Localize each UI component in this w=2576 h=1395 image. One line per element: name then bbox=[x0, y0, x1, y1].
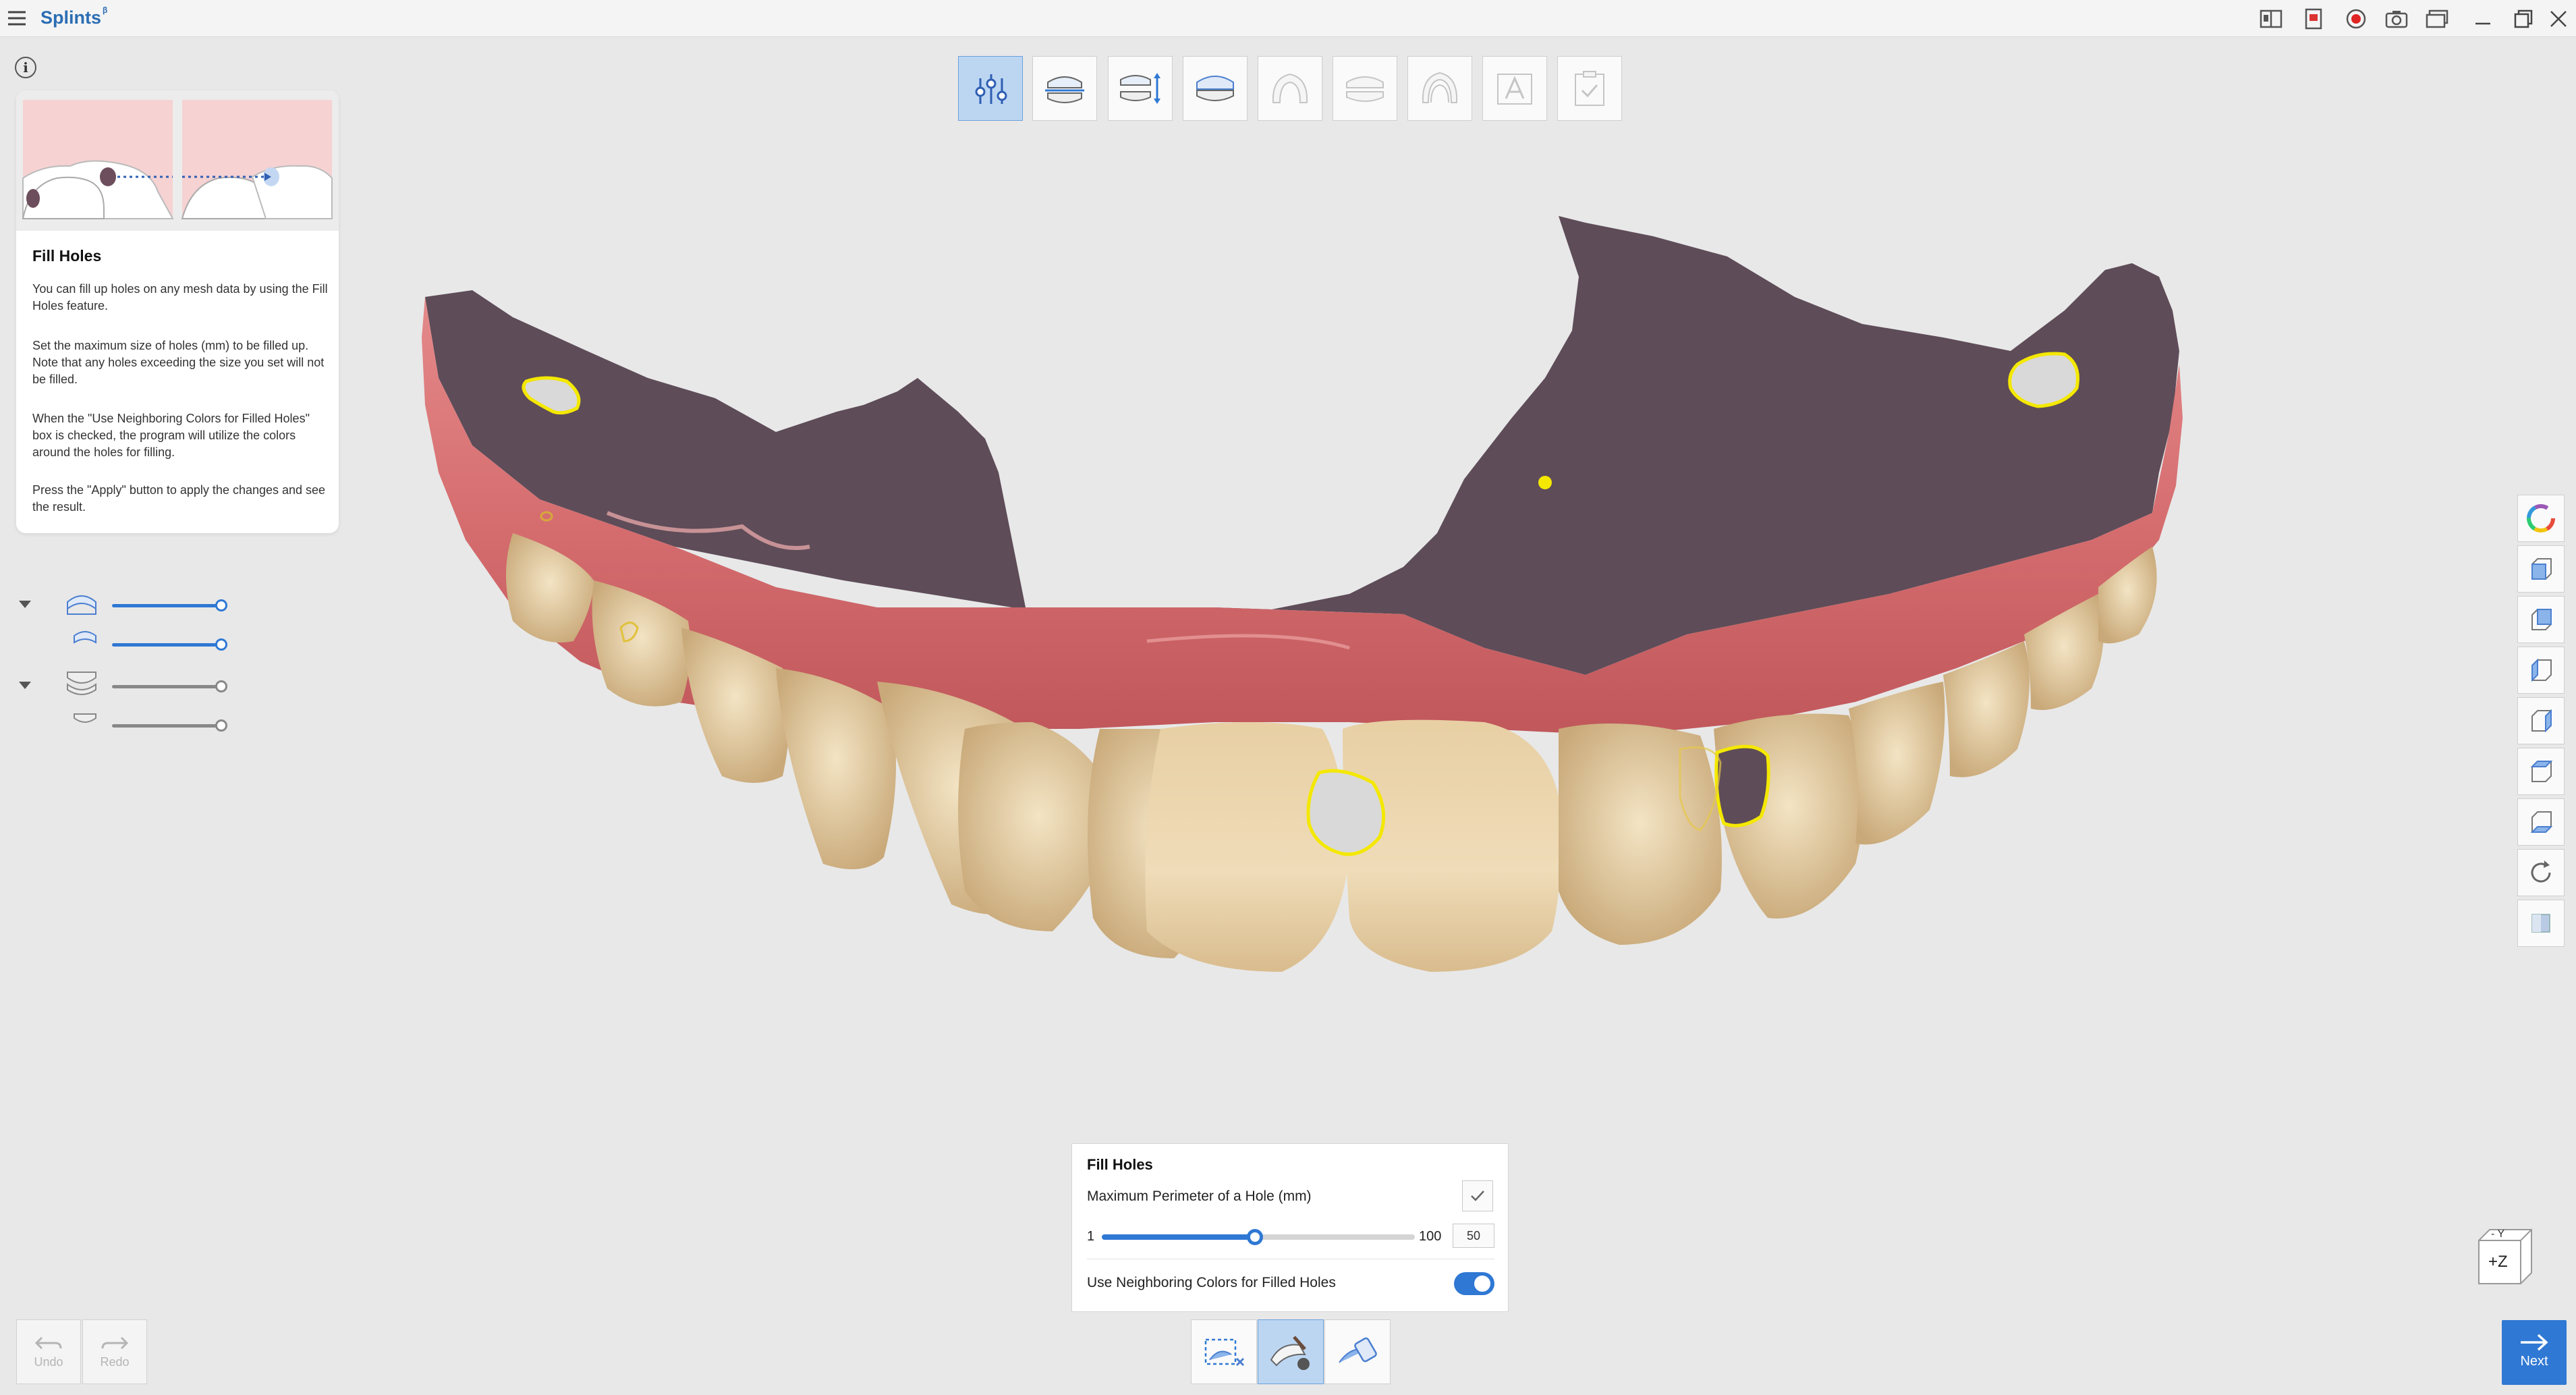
bite-tool[interactable] bbox=[1183, 56, 1248, 121]
orient-front-label: +Z bbox=[2488, 1253, 2508, 1271]
max-perimeter-label: Maximum Perimeter of a Hole (mm) bbox=[1087, 1188, 1312, 1204]
lower-scan-track[interactable] bbox=[112, 724, 221, 728]
upper-scan-icon[interactable] bbox=[72, 628, 99, 653]
collapse-upper-icon[interactable] bbox=[19, 601, 31, 608]
tooth bbox=[1849, 682, 1945, 845]
max-perimeter-checkbox[interactable] bbox=[1462, 1180, 1493, 1211]
help-title: Fill Holes bbox=[32, 247, 102, 265]
bottom-view-icon[interactable] bbox=[2517, 798, 2565, 846]
hole-outline bbox=[1538, 476, 1552, 489]
max-perimeter-slider[interactable] bbox=[1102, 1229, 1415, 1245]
texture-icon[interactable] bbox=[2517, 900, 2565, 947]
undo-icon bbox=[34, 1336, 62, 1350]
info-icon[interactable]: i bbox=[15, 57, 36, 78]
upper-visibility-track[interactable] bbox=[112, 604, 221, 607]
splint-design-tool[interactable] bbox=[1258, 56, 1322, 121]
next-label: Next bbox=[2520, 1354, 2548, 1369]
max-perimeter-value-input[interactable]: 50 bbox=[1453, 1224, 1494, 1248]
collapse-lower-icon[interactable] bbox=[19, 682, 31, 689]
help-paragraph: Press the "Apply" button to apply the ch… bbox=[32, 483, 326, 514]
thickness-tool[interactable] bbox=[1333, 56, 1397, 121]
lower-scan-icon[interactable] bbox=[72, 709, 99, 734]
redo-label: Redo bbox=[100, 1355, 130, 1369]
fill-holes-panel: Fill Holes Maximum Perimeter of a Hole (… bbox=[1071, 1143, 1509, 1312]
help-paragraph: Set the maximum size of holes (mm) to be… bbox=[32, 339, 325, 386]
fill-holes-mode[interactable] bbox=[1258, 1319, 1324, 1384]
redo-button[interactable]: Redo bbox=[82, 1319, 147, 1384]
back-view-icon[interactable] bbox=[2517, 596, 2565, 643]
upper-scan-track[interactable] bbox=[112, 643, 221, 647]
checkmark-icon bbox=[1471, 1191, 1484, 1201]
neighbor-colors-toggle[interactable] bbox=[1454, 1272, 1494, 1295]
hole-outline bbox=[1306, 769, 1386, 856]
help-paragraph: When the "Use Neighboring Colors for Fil… bbox=[32, 412, 310, 459]
color-wheel-icon[interactable] bbox=[2517, 495, 2565, 542]
text-tool[interactable] bbox=[1482, 56, 1547, 121]
tooth bbox=[1145, 722, 1349, 972]
fill-holes-illustration bbox=[16, 90, 339, 231]
front-view-icon[interactable] bbox=[2517, 545, 2565, 593]
help-paragraph: You can fill up holes on any mesh data b… bbox=[32, 282, 328, 312]
lower-scan-knob[interactable] bbox=[215, 719, 227, 732]
shell-tool[interactable] bbox=[1407, 56, 1472, 121]
align-tool[interactable] bbox=[1108, 56, 1173, 121]
slider-min-label: 1 bbox=[1087, 1229, 1095, 1244]
tooth bbox=[1559, 723, 1722, 945]
select-area-mode[interactable] bbox=[1191, 1319, 1257, 1384]
orient-top-label: - Y bbox=[2491, 1228, 2505, 1240]
tooth bbox=[1343, 719, 1561, 972]
help-panel: Fill Holes You can fill up holes on any … bbox=[16, 90, 339, 533]
slider-knob[interactable] bbox=[1247, 1229, 1264, 1245]
reset-view-icon[interactable] bbox=[2517, 849, 2565, 896]
undo-button[interactable]: Undo bbox=[16, 1319, 81, 1384]
top-view-icon[interactable] bbox=[2517, 748, 2565, 795]
next-button[interactable]: Next bbox=[2502, 1320, 2567, 1385]
undo-label: Undo bbox=[34, 1355, 63, 1369]
occlusion-tool[interactable] bbox=[1032, 56, 1097, 121]
upper-visibility-knob[interactable] bbox=[215, 599, 227, 611]
hole-outline bbox=[2008, 352, 2079, 408]
redo-icon bbox=[101, 1336, 129, 1350]
lower-visibility-track[interactable] bbox=[112, 685, 221, 688]
lower-jaw-icon[interactable] bbox=[63, 669, 100, 701]
finish-tool[interactable] bbox=[1557, 56, 1622, 121]
upper-jaw-icon[interactable] bbox=[63, 589, 100, 620]
upper-scan-knob[interactable] bbox=[215, 638, 227, 651]
smooth-mode[interactable] bbox=[1324, 1319, 1391, 1384]
right-view-icon[interactable] bbox=[2517, 697, 2565, 744]
data-edit-tool[interactable] bbox=[958, 56, 1023, 121]
slider-max-label: 100 bbox=[1419, 1229, 1442, 1244]
neighbor-colors-label: Use Neighboring Colors for Filled Holes bbox=[1087, 1275, 1336, 1290]
hole-outline bbox=[1714, 744, 1770, 827]
lower-visibility-knob[interactable] bbox=[215, 680, 227, 692]
arrow-right-icon bbox=[2521, 1334, 2548, 1351]
slider-fill bbox=[1102, 1234, 1256, 1240]
toggle-knob bbox=[1474, 1276, 1490, 1292]
layer-panel bbox=[0, 580, 243, 742]
left-view-icon[interactable] bbox=[2517, 647, 2565, 694]
orientation-cube[interactable]: - Y +Z bbox=[2475, 1226, 2536, 1300]
fill-holes-title: Fill Holes bbox=[1087, 1156, 1153, 1173]
